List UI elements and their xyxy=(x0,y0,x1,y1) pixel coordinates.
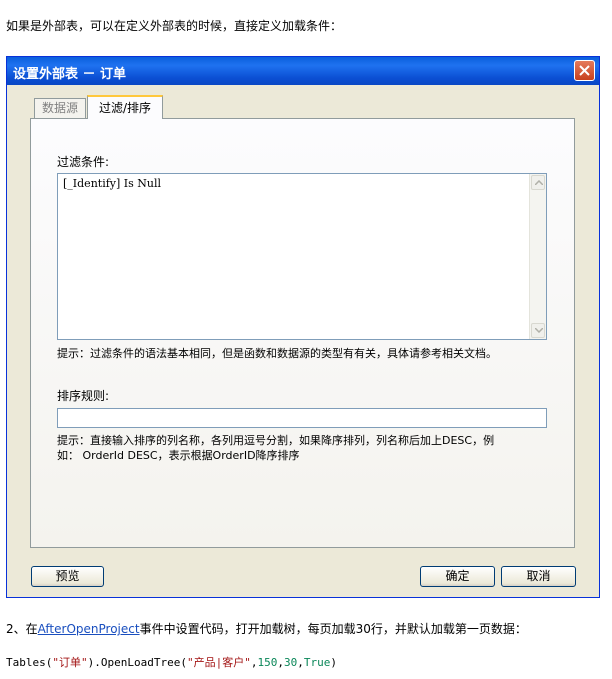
filter-sort-panel: 过滤条件: [_Identify] Is Null 提示：过滤条件的语法基本相同… xyxy=(30,118,575,548)
sort-hint-line1: 提示：直接输入排序的列名称，各列用逗号分割，如果降序排列，列名称后加上DESC，… xyxy=(57,434,495,447)
tab-datasource[interactable]: 数据源 xyxy=(34,98,86,118)
sort-hint-line2: 如： OrderId DESC，表示根据OrderID降序排序 xyxy=(57,449,300,462)
intro-text: 如果是外部表，可以在定义外部表的时候，直接定义加载条件： xyxy=(6,19,343,33)
ok-button[interactable]: 确定 xyxy=(420,566,495,587)
close-button[interactable] xyxy=(574,60,595,81)
code-part2: ).OpenLoadTree( xyxy=(87,656,187,669)
code-comma-2: , xyxy=(277,656,284,669)
code-number-1: 150 xyxy=(257,656,278,669)
afteropenproject-link[interactable]: AfterOpenProject xyxy=(38,622,140,636)
filter-scrollbar[interactable] xyxy=(529,174,546,339)
filter-hint: 提示：过滤条件的语法基本相同，但是函数和数据源的类型有有关，具体请参考相关文档。 xyxy=(57,347,497,360)
code-part3: ) xyxy=(330,656,337,669)
title-bar[interactable]: 设置外部表 － 订单 xyxy=(7,57,599,85)
chevron-down-icon xyxy=(535,328,543,333)
filter-textarea[interactable]: [_Identify] Is Null xyxy=(57,173,547,340)
settings-dialog: 设置外部表 － 订单 数据源 过滤/排序 过滤条件: [_Identify] I… xyxy=(6,56,600,598)
step-2-prefix: 2、在 xyxy=(6,622,38,636)
preview-button[interactable]: 预览 xyxy=(31,566,104,587)
code-bool: True xyxy=(303,656,331,669)
tab-filter-sort[interactable]: 过滤/排序 xyxy=(87,95,163,119)
scroll-up-button[interactable] xyxy=(531,175,545,190)
close-icon xyxy=(579,65,590,76)
filter-value: [_Identify] Is Null xyxy=(63,177,162,190)
dialog-title: 设置外部表 － 订单 xyxy=(13,67,127,82)
code-comma-3: , xyxy=(297,656,304,669)
cancel-button[interactable]: 取消 xyxy=(501,566,576,587)
code-number-2: 30 xyxy=(283,656,298,669)
code-string-1: "订单" xyxy=(52,656,88,669)
sort-label: 排序规则: xyxy=(57,389,110,403)
code-part1: Tables( xyxy=(6,656,53,669)
step-2-suffix: 事件中设置代码，打开加载树，每页加载30行，并默认加载第一页数据： xyxy=(139,622,527,636)
scroll-down-button[interactable] xyxy=(531,323,545,338)
chevron-up-icon xyxy=(535,180,543,185)
sort-input[interactable] xyxy=(57,408,547,428)
step-2-text: 2、在AfterOpenProject事件中设置代码，打开加载树，每页加载30行… xyxy=(6,620,527,637)
code-string-2: "产品|客户" xyxy=(186,656,251,669)
code-snippet: Tables("订单").OpenLoadTree("产品|客户",150,30… xyxy=(6,654,337,670)
filter-label: 过滤条件: xyxy=(57,155,110,169)
